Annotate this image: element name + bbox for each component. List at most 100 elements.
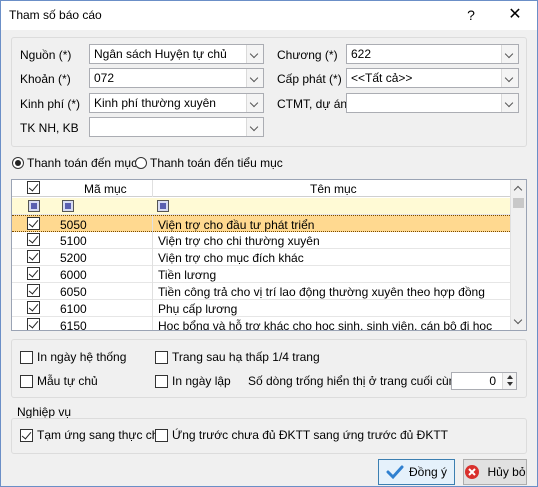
col-divider [152, 180, 153, 197]
radio-thanh-toan-tieu-muc[interactable]: Thanh toán đến tiểu mục [135, 156, 283, 170]
tknh-combo[interactable] [89, 117, 264, 137]
so-dong-spinner[interactable]: 0 [451, 372, 517, 390]
help-button[interactable]: ? [459, 4, 483, 26]
ctmt-label: CTMT, dự án [277, 97, 348, 111]
filter-row [12, 198, 512, 215]
row-code: 6000 [60, 268, 87, 282]
scroll-up-icon[interactable] [511, 180, 526, 196]
in-ngay-he-thong-checkbox[interactable]: In ngày hệ thống [20, 350, 126, 364]
kinhphi-combo[interactable]: Kinh phí thường xuyên [89, 93, 264, 113]
radio-dot[interactable] [12, 157, 24, 169]
checkbox-box[interactable] [155, 374, 168, 388]
khoan-label: Khoản (*) [20, 72, 71, 86]
table-row[interactable]: 5200 Viện trợ cho mục đích khác [12, 249, 512, 266]
checkbox-box[interactable] [155, 350, 168, 364]
capphat-value: <<Tất cả>> [351, 71, 413, 85]
chevron-down-icon[interactable] [246, 69, 263, 87]
chevron-down-icon[interactable] [246, 45, 263, 63]
ung-truoc-checkbox[interactable]: Ứng trước chưa đủ ĐKTT sang ứng trước đủ… [155, 428, 448, 442]
chevron-down-icon[interactable] [501, 69, 518, 87]
col-divider [152, 266, 153, 283]
spinner-value: 0 [489, 374, 496, 388]
radio-thanh-toan-muc[interactable]: Thanh toán đến mục [12, 156, 137, 170]
spinner-arrows[interactable] [502, 373, 516, 389]
row-checkbox[interactable] [27, 301, 40, 314]
nguon-label: Nguồn (*) [20, 48, 72, 62]
checkbox-label: Ứng trước chưa đủ ĐKTT sang ứng trước đủ… [172, 428, 448, 442]
row-code: 6050 [60, 285, 87, 299]
table-row[interactable]: 5050 Viện trợ cho đầu tư phát triển [12, 215, 512, 233]
table-row[interactable]: 6000 Tiền lương [12, 266, 512, 283]
chevron-down-icon[interactable] [501, 45, 518, 63]
row-name: Tiền lương [158, 268, 217, 282]
row-checkbox[interactable] [27, 217, 40, 230]
filter-icon[interactable] [157, 200, 169, 212]
mau-tu-chu-checkbox[interactable]: Mẫu tự chủ [20, 374, 98, 388]
muc-grid: Mã mục Tên mục 5050 Viện trợ cho đầu tư p… [11, 179, 527, 331]
col-header-code: Mã mục [84, 182, 127, 196]
table-row[interactable]: 6100 Phụ cấp lương [12, 300, 512, 317]
title-bar: Tham số báo cáo ? ✕ [1, 1, 537, 30]
row-checkbox[interactable] [27, 284, 40, 297]
checkbox-box[interactable] [20, 350, 33, 364]
in-ngay-lap-checkbox[interactable]: In ngày lập [155, 374, 231, 388]
khoan-combo[interactable]: 072 [89, 68, 264, 88]
grid-vertical-scrollbar[interactable] [510, 180, 526, 330]
chevron-down-icon[interactable] [246, 118, 263, 136]
checkbox-label: Mẫu tự chủ [37, 374, 98, 388]
filter-checkbox-icon[interactable] [28, 200, 40, 212]
ctmt-combo[interactable] [346, 93, 519, 113]
cancel-label: Hủy bỏ [487, 465, 526, 479]
row-checkbox[interactable] [27, 267, 40, 280]
scroll-down-icon[interactable] [511, 314, 526, 330]
tknh-label: TK NH, KB [20, 121, 79, 135]
cancel-button[interactable]: Hủy bỏ [463, 459, 527, 485]
col-divider [152, 216, 153, 233]
chevron-down-icon[interactable] [246, 94, 263, 112]
checkbox-box[interactable] [20, 374, 33, 388]
filter-icon[interactable] [62, 200, 74, 212]
table-row[interactable]: 5100 Viện trợ cho chi thường xuyên [12, 232, 512, 249]
chuong-label: Chương (*) [277, 48, 338, 62]
trang-sau-checkbox[interactable]: Trang sau hạ thấp 1/4 trang [155, 350, 320, 364]
capphat-combo[interactable]: <<Tất cả>> [346, 68, 519, 88]
chevron-down-icon[interactable] [501, 94, 518, 112]
kinhphi-label: Kinh phí (*) [20, 97, 81, 111]
radio-label: Thanh toán đến tiểu mục [150, 156, 283, 170]
header-select-all-checkbox[interactable] [27, 181, 40, 194]
kinhphi-value: Kinh phí thường xuyên [94, 96, 216, 110]
nguon-value: Ngân sách Huyện tự chủ [94, 47, 227, 61]
col-divider [152, 317, 153, 330]
row-code: 6150 [60, 319, 87, 331]
scroll-thumb[interactable] [513, 198, 524, 208]
report-params-dialog: Tham số báo cáo ? ✕ Nguồn (*) Ngân sách … [0, 0, 538, 487]
checkbox-box[interactable] [20, 428, 33, 442]
arrow-down-icon[interactable] [507, 382, 513, 386]
chuong-value: 622 [351, 47, 372, 61]
ok-button[interactable]: Đồng ý [378, 459, 455, 485]
table-row[interactable]: 6050 Tiền công trả cho vị trí lao động th… [12, 283, 512, 300]
col-divider [152, 300, 153, 317]
check-icon [386, 464, 404, 480]
tam-ung-checkbox[interactable]: Tạm ứng sang thực chi [20, 428, 161, 442]
window-title: Tham số báo cáo [9, 8, 102, 22]
col-divider [152, 283, 153, 300]
checkbox-label: Tạm ứng sang thực chi [37, 428, 162, 442]
row-code: 6100 [60, 302, 87, 316]
checkbox-box[interactable] [155, 428, 168, 442]
nghiep-vu-title: Nghiệp vụ [17, 405, 72, 419]
capphat-label: Cấp phát (*) [277, 72, 342, 86]
row-checkbox[interactable] [27, 318, 40, 330]
so-dong-label: Số dòng trống hiển thị ở trang cuối cùng [248, 374, 463, 388]
arrow-up-icon[interactable] [507, 375, 513, 379]
close-button[interactable]: ✕ [501, 4, 529, 26]
row-checkbox[interactable] [27, 250, 40, 263]
chuong-combo[interactable]: 622 [346, 44, 519, 64]
col-header-name: Tên mục [310, 182, 357, 196]
row-name: Phụ cấp lương [158, 302, 238, 316]
table-row[interactable]: 6150 Học bổng và hỗ trợ khác cho học sinh… [12, 317, 512, 331]
nguon-combo[interactable]: Ngân sách Huyện tự chủ [89, 44, 264, 64]
row-checkbox[interactable] [27, 233, 40, 246]
col-divider [152, 249, 153, 266]
radio-dot[interactable] [135, 157, 147, 169]
